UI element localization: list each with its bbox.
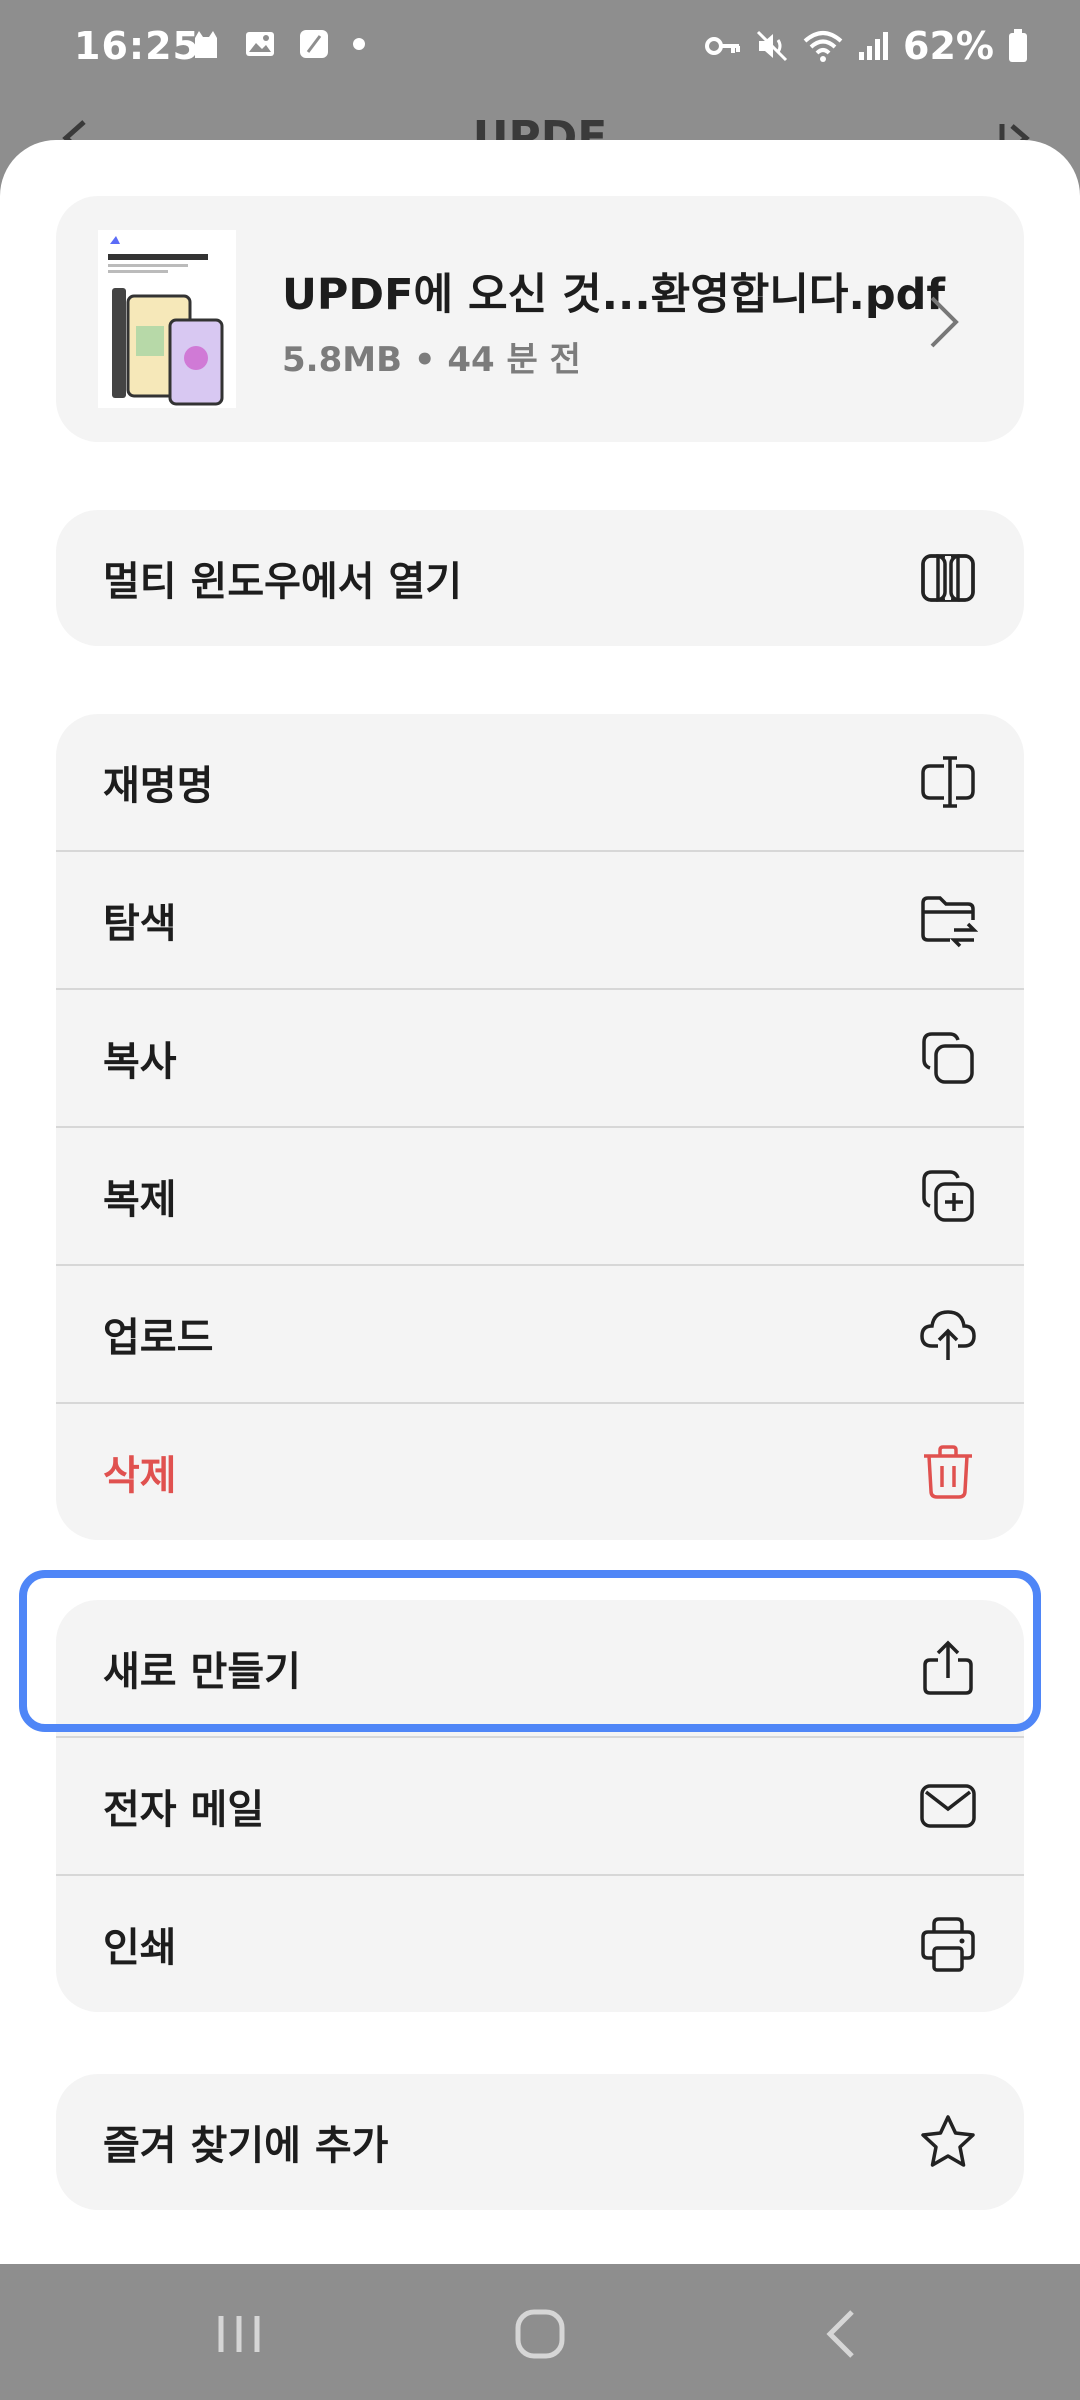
trash-icon [918, 1442, 978, 1502]
menu-item-print[interactable]: 인쇄 [56, 1874, 1024, 2012]
battery-percent: 62% [903, 24, 994, 68]
menu-item-label: 즐겨 찾기에 추가 [103, 2123, 389, 2169]
wifi-icon [803, 31, 843, 62]
print-icon [918, 1914, 978, 1974]
cloud-upload-icon [918, 1304, 978, 1364]
copy-icon [918, 1028, 978, 1088]
menu-item-label: 전자 메일 [103, 1787, 265, 1833]
menu-item-label: 멀티 윈도우에서 열기 [103, 559, 463, 605]
system-indicators: 62% [705, 24, 1028, 68]
menu-item-label: 복제 [103, 1177, 177, 1223]
menu-item-label: 삭제 [103, 1453, 177, 1499]
menu-item-label: 탐색 [103, 901, 177, 947]
menu-item-label: 인쇄 [103, 1925, 177, 1971]
menu-item-new[interactable]: 새로 만들기 [56, 1600, 1024, 1736]
menu-item-duplicate[interactable]: 복제 [56, 1126, 1024, 1264]
file-meta: 5.8MB • 44 분 전 [282, 340, 581, 380]
home-icon[interactable] [510, 2304, 570, 2364]
note-icon [300, 30, 328, 58]
battery-icon [1009, 29, 1027, 62]
menu-item-label: 업로드 [103, 1315, 214, 1361]
key-icon [705, 37, 741, 55]
gallery-icon [246, 32, 274, 56]
cat-icon [195, 31, 217, 58]
file-info-card[interactable]: UPDF에 오신 것...환영합니다.pdf 5.8MB • 44 분 전 [56, 196, 1024, 442]
notification-icons [190, 28, 366, 60]
folder-move-icon [918, 890, 978, 950]
menu-item-label: 복사 [103, 1039, 177, 1085]
file-name: UPDF에 오신 것...환영합니다.pdf [282, 270, 946, 320]
menu-item-add-favorite[interactable]: 즐겨 찾기에 추가 [56, 2074, 1024, 2210]
mute-icon [756, 30, 788, 62]
file-action-sheet: UPDF에 오신 것...환영합니다.pdf 5.8MB • 44 분 전 멀티… [0, 140, 1080, 2264]
favorite-card: 즐겨 찾기에 추가 [56, 2074, 1024, 2210]
share-icon [918, 1638, 978, 1698]
menu-item-label: 새로 만들기 [103, 1649, 301, 1695]
menu-item-rename[interactable]: 재명명 [56, 714, 1024, 850]
status-bar: 16:25 62% [0, 0, 1080, 95]
menu-item-copy[interactable]: 복사 [56, 988, 1024, 1126]
dot-icon [353, 38, 365, 50]
duplicate-icon [918, 1166, 978, 1226]
back-icon[interactable] [812, 2304, 872, 2364]
menu-item-upload[interactable]: 업로드 [56, 1264, 1024, 1402]
rename-icon [918, 752, 978, 812]
status-time: 16:25 [74, 24, 200, 68]
file-actions-card: 재명명 탐색 복사 복제 업로드 삭제 [56, 714, 1024, 1540]
star-icon [918, 2112, 978, 2172]
share-actions-card: 새로 만들기 전자 메일 인쇄 [56, 1600, 1024, 2012]
menu-item-email[interactable]: 전자 메일 [56, 1736, 1024, 1874]
multi-window-card: 멀티 윈도우에서 열기 [56, 510, 1024, 646]
menu-item-multi-window[interactable]: 멀티 윈도우에서 열기 [56, 510, 1024, 646]
split-window-icon [918, 548, 978, 608]
mail-icon [918, 1776, 978, 1836]
menu-item-label: 재명명 [103, 763, 214, 809]
menu-item-delete[interactable]: 삭제 [56, 1402, 1024, 1540]
navigation-bar [0, 2264, 1080, 2400]
menu-item-explore[interactable]: 탐색 [56, 850, 1024, 988]
signal-icon [859, 32, 889, 60]
chevron-right-icon[interactable] [926, 292, 962, 352]
recent-apps-icon[interactable] [209, 2304, 269, 2364]
file-thumbnail [98, 230, 236, 408]
